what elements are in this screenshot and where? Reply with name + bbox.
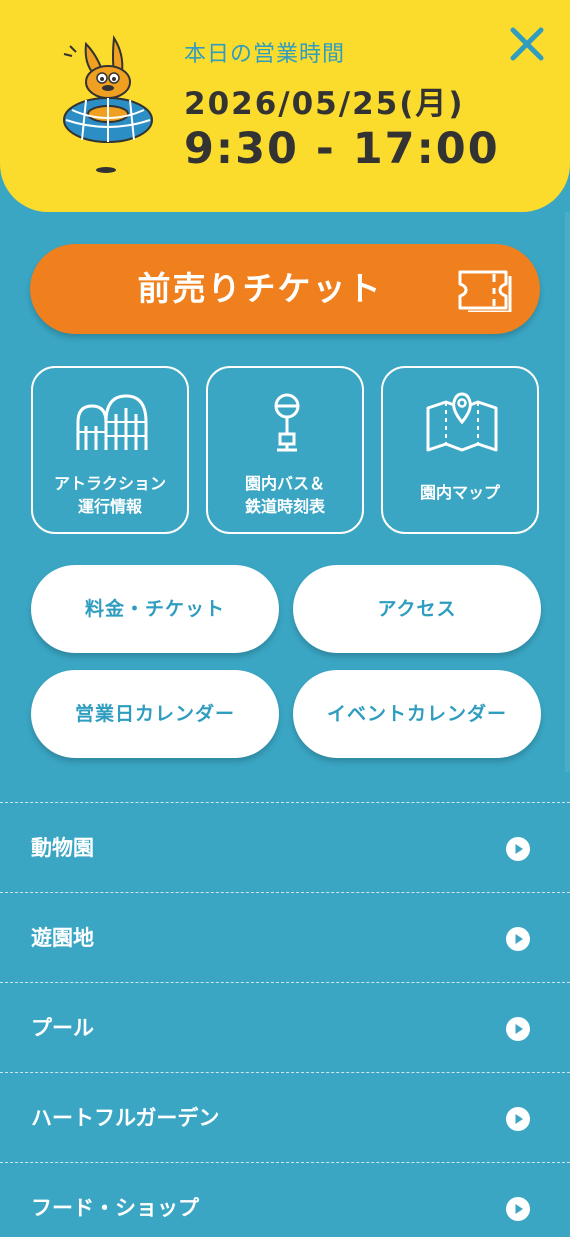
menu-item-amusement-park[interactable]: 遊園地 <box>0 892 570 982</box>
fees-tickets-button[interactable]: 料金・チケット <box>31 565 279 653</box>
menu-label: プール <box>31 1016 94 1040</box>
tile-label-line2: 鉄道時刻表 <box>244 497 325 516</box>
play-arrow-icon <box>506 1017 530 1041</box>
play-arrow-icon <box>506 927 530 951</box>
roller-coaster-icon <box>76 394 148 450</box>
close-icon[interactable] <box>505 22 549 66</box>
tile-attraction-info[interactable]: アトラクション 運行情報 <box>31 366 189 534</box>
scrollbar[interactable] <box>565 212 570 772</box>
play-arrow-icon <box>506 1197 530 1221</box>
menu-label: 動物園 <box>31 836 94 860</box>
event-calendar-button[interactable]: イベントカレンダー <box>293 670 541 758</box>
advance-ticket-label: 前売りチケット <box>137 269 383 308</box>
menu-label: 遊園地 <box>31 926 94 950</box>
bus-stop-icon <box>274 393 300 452</box>
menu-item-heartful-garden[interactable]: ハートフルガーデン <box>0 1072 570 1162</box>
hours-time: 9:30 - 17:00 <box>184 124 500 174</box>
header-panel: 本日の営業時間 2026/05/25(月) 9:30 - 17:00 <box>0 0 570 212</box>
ticket-icon <box>458 270 512 312</box>
menu-label: フード・ショップ <box>31 1196 199 1220</box>
access-button[interactable]: アクセス <box>293 565 541 653</box>
map-icon <box>426 392 498 452</box>
menu-item-food-shop[interactable]: フード・ショップ <box>0 1162 570 1237</box>
menu-item-pool[interactable]: プール <box>0 982 570 1072</box>
hours-label: 本日の営業時間 <box>184 42 346 67</box>
tile-label-line1: 園内バス＆ <box>244 474 325 493</box>
mascot-icon <box>63 34 153 173</box>
menu-label: ハートフルガーデン <box>31 1106 220 1130</box>
tile-park-map[interactable]: 園内マップ <box>381 366 539 534</box>
tile-label-line2: 運行情報 <box>77 497 142 516</box>
menu-list: 動物園 遊園地 プール ハートフルガーデン フード・ショップ <box>0 802 570 1237</box>
tile-label-line1: アトラクション <box>53 474 166 493</box>
menu-item-zoo[interactable]: 動物園 <box>0 802 570 892</box>
play-arrow-icon <box>506 837 530 861</box>
business-calendar-button[interactable]: 営業日カレンダー <box>31 670 279 758</box>
hours-date: 2026/05/25(月) <box>184 86 465 122</box>
play-arrow-icon <box>506 1107 530 1131</box>
tile-bus-train-timetable[interactable]: 園内バス＆ 鉄道時刻表 <box>206 366 364 534</box>
tile-label: 園内マップ <box>419 483 500 502</box>
advance-ticket-button[interactable]: 前売りチケット <box>30 244 540 334</box>
